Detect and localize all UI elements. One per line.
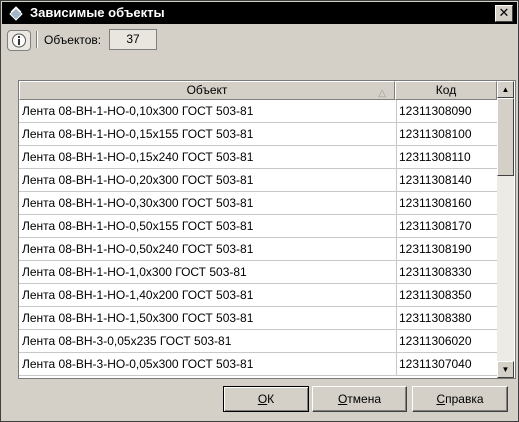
cell-object: Лента 08-ВН-1-НО-0,50х155 ГОСТ 503-81 bbox=[19, 215, 397, 238]
cell-code: 12311308190 bbox=[396, 238, 499, 261]
cell-object: Лента 08-ВН-1-НО-1,50х300 ГОСТ 503-81 bbox=[19, 307, 397, 330]
table-row[interactable]: Лента 08-ВН-3-НО-0,05х300 ГОСТ 503-81 123… bbox=[19, 353, 499, 376]
column-header-object-label: Объект bbox=[186, 83, 228, 97]
table-row[interactable]: Лента 08-ВН-1-НО-0,50х240 ГОСТ 503-81 123… bbox=[19, 238, 499, 261]
cell-code: 12311308380 bbox=[396, 307, 499, 330]
scroll-up-button[interactable]: ▲ bbox=[497, 81, 514, 98]
cell-code: 12311308110 bbox=[396, 146, 499, 169]
scroll-down-button[interactable]: ▼ bbox=[497, 361, 514, 378]
object-count-value: 37 bbox=[109, 29, 157, 50]
cell-object: Лента 08-ВН-1-НО-0,15х155 ГОСТ 503-81 bbox=[19, 123, 397, 146]
table-row[interactable]: Лента 08-ВН-3-0,05х235 ГОСТ 503-81 123113… bbox=[19, 330, 499, 353]
cell-object: Лента 08-ВН-3-0,05х235 ГОСТ 503-81 bbox=[19, 330, 397, 353]
table-row[interactable]: Лента 08-ВН-1-НО-0,50х155 ГОСТ 503-81 123… bbox=[19, 215, 499, 238]
cell-object: Лента 08-ВН-1-НО-0,20х300 ГОСТ 503-81 bbox=[19, 169, 397, 192]
info-icon bbox=[12, 33, 26, 48]
cell-code: 12311308090 bbox=[396, 100, 499, 123]
cell-object: Лента 08-ВН-1-НО-0,30х300 ГОСТ 503-81 bbox=[19, 192, 397, 215]
cell-code: 12311306020 bbox=[396, 330, 499, 353]
cell-code: 12311307040 bbox=[396, 353, 499, 376]
column-header-code-label: Код bbox=[435, 83, 457, 97]
scroll-thumb[interactable] bbox=[497, 98, 514, 176]
column-header-code[interactable]: Код bbox=[395, 81, 497, 100]
cell-code: 12311308100 bbox=[396, 123, 499, 146]
cancel-button-label: тмена bbox=[347, 392, 382, 406]
table-row[interactable]: Лента 08-ВН-1-НО-0,30х300 ГОСТ 503-81 123… bbox=[19, 192, 499, 215]
cell-code: 12311308170 bbox=[396, 215, 499, 238]
cell-object: Лента 08-ВН-1-НО-0,15х240 ГОСТ 503-81 bbox=[19, 146, 397, 169]
vertical-scrollbar[interactable]: ▲ ▼ bbox=[497, 81, 514, 378]
ok-button[interactable]: ОК bbox=[223, 386, 309, 412]
ok-button-label: К bbox=[267, 392, 275, 406]
help-button-label: правка bbox=[445, 392, 484, 406]
cell-object: Лента 08-ВН-3-НО-0,05х300 ГОСТ 503-81 bbox=[19, 353, 397, 376]
app-icon bbox=[9, 6, 23, 21]
cell-code: 12311308160 bbox=[396, 192, 499, 215]
cell-code: 12311308350 bbox=[396, 284, 499, 307]
cancel-button-accel: О bbox=[337, 392, 348, 406]
cell-object: Лента 08-ВН-1-НО-0,10х300 ГОСТ 503-81 bbox=[19, 100, 397, 123]
column-header-object[interactable]: Объект △ bbox=[19, 81, 395, 100]
close-button[interactable]: ✕ bbox=[495, 5, 513, 22]
help-button-accel: С bbox=[436, 392, 446, 406]
cell-object: Лента 08-ВН-1-НО-0,50х240 ГОСТ 503-81 bbox=[19, 238, 397, 261]
table-row[interactable]: Лента 08-ВН-1-НО-0,10х300 ГОСТ 503-81 123… bbox=[19, 100, 499, 123]
object-count-label: Объектов: bbox=[44, 33, 102, 47]
window-title: Зависимые объекты bbox=[30, 5, 165, 20]
ok-button-accel: О bbox=[257, 392, 268, 406]
help-button[interactable]: Справка bbox=[412, 386, 508, 412]
cell-code: 12311308330 bbox=[396, 261, 499, 284]
table-row[interactable]: Лента 08-ВН-1-НО-0,20х300 ГОСТ 503-81 123… bbox=[19, 169, 499, 192]
cell-object: Лента 08-ВН-1-НО-1,40х200 ГОСТ 503-81 bbox=[19, 284, 397, 307]
toolbar: Объектов: 37 bbox=[2, 25, 517, 54]
cell-code: 12311308140 bbox=[396, 169, 499, 192]
objects-table[interactable]: Объект △ Код Лента 08-ВН-1-НО-0,10х300 Г… bbox=[18, 80, 516, 379]
cancel-button[interactable]: Отмена bbox=[312, 386, 407, 412]
table-body: Лента 08-ВН-1-НО-0,10х300 ГОСТ 503-81 123… bbox=[19, 100, 499, 376]
table-row[interactable]: Лента 08-ВН-1-НО-1,0х300 ГОСТ 503-81 1231… bbox=[19, 261, 499, 284]
table-row[interactable]: Лента 08-ВН-1-НО-1,50х300 ГОСТ 503-81 123… bbox=[19, 307, 499, 330]
table-row[interactable]: Лента 08-ВН-1-НО-0,15х240 ГОСТ 503-81 123… bbox=[19, 146, 499, 169]
title-bar: Зависимые объекты ✕ bbox=[2, 2, 517, 24]
dependent-objects-dialog: Зависимые объекты ✕ Объектов: 37 Объект … bbox=[0, 0, 519, 422]
cell-object: Лента 08-ВН-1-НО-1,0х300 ГОСТ 503-81 bbox=[19, 261, 397, 284]
info-button[interactable] bbox=[7, 30, 31, 51]
table-row[interactable]: Лента 08-ВН-1-НО-1,40х200 ГОСТ 503-81 123… bbox=[19, 284, 499, 307]
toolbar-separator bbox=[36, 31, 38, 48]
table-header: Объект △ Код bbox=[19, 81, 497, 100]
table-row[interactable]: Лента 08-ВН-1-НО-0,15х155 ГОСТ 503-81 123… bbox=[19, 123, 499, 146]
